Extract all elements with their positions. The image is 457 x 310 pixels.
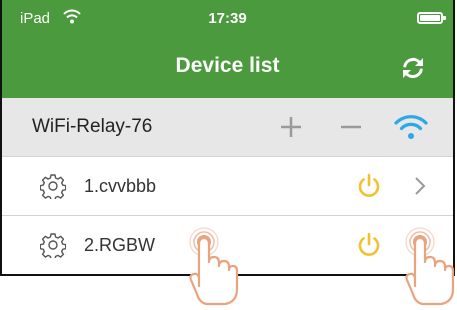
device-row[interactable]: 1.cvvbbb xyxy=(2,157,453,216)
gear-icon[interactable] xyxy=(40,173,66,199)
chevron-right-icon[interactable] xyxy=(412,175,428,197)
minus-icon[interactable] xyxy=(336,112,366,142)
power-icon[interactable] xyxy=(355,172,383,200)
page-title: Device list xyxy=(175,54,280,77)
tap-hand-icon xyxy=(405,227,455,306)
tap-hand-icon xyxy=(189,227,239,306)
status-bar: iPad 17:39 xyxy=(2,0,453,40)
gear-icon[interactable] xyxy=(40,232,66,258)
group-name: WiFi-Relay-76 xyxy=(32,116,153,137)
plus-icon[interactable] xyxy=(276,112,306,142)
device-group-row[interactable]: WiFi-Relay-76 xyxy=(2,98,453,157)
wifi-icon xyxy=(394,115,428,139)
refresh-icon[interactable] xyxy=(399,54,427,82)
device-name: 1.cvvbbb xyxy=(84,176,157,196)
power-icon[interactable] xyxy=(355,231,383,259)
status-time: 17:39 xyxy=(208,10,247,27)
header: iPad 17:39 Device list xyxy=(2,0,453,98)
battery-icon xyxy=(417,12,446,24)
device-name: 2.RGBW xyxy=(84,235,156,255)
